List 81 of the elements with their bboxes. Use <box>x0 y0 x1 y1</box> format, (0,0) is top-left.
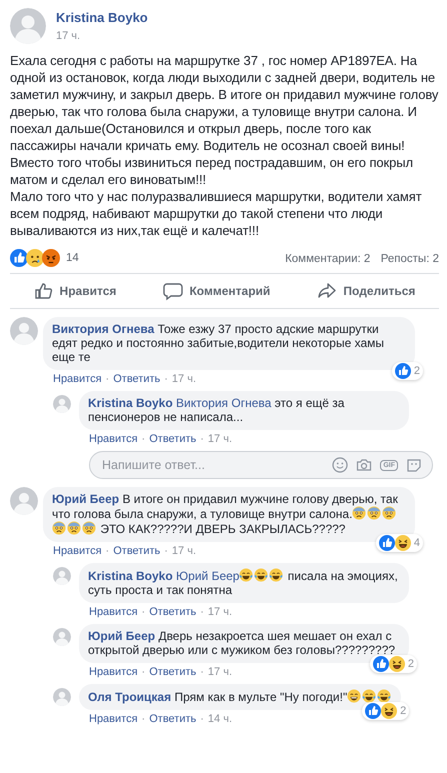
emoji-icon[interactable] <box>332 457 348 473</box>
like-reaction-icon <box>365 703 382 719</box>
sticker-icon[interactable] <box>406 457 422 473</box>
separator-dot: · <box>164 373 168 385</box>
comment-action-link[interactable]: Нравится <box>89 606 138 618</box>
like-button[interactable]: Нравится <box>22 276 128 306</box>
like-reaction-icon <box>394 363 411 379</box>
separator-dot: · <box>200 433 204 445</box>
reaction-count[interactable]: 14 <box>66 252 79 264</box>
avatar[interactable] <box>10 317 38 345</box>
like-reaction-icon <box>372 656 389 672</box>
commenter-name[interactable]: Kristina Boyko <box>88 396 173 410</box>
tears-of-joy-icon <box>377 689 392 703</box>
post-text: Мало того что у нас полуразвалившиеся маршрутки, водители хамят всем подряд, набивают маршрутки до такой степени что люди вываливаются из них,так ещё и калечат!!! <box>10 188 423 239</box>
comment-button[interactable]: Комментарий <box>151 276 282 306</box>
comment-text: Виктория Огнева Тоже езжу 37 просто адские маршрутки едят редко и постоянно забитые,водители некоторые хамы еще те <box>52 322 385 364</box>
tears-of-joy-icon <box>362 689 376 703</box>
avatar[interactable] <box>53 688 71 706</box>
scared-face-icon <box>367 506 382 520</box>
avatar[interactable] <box>53 395 71 413</box>
comment-action-link[interactable]: Ответить <box>113 373 160 385</box>
comment-text: Оля Троицкая Прям как в мульте "Ну погоди!" <box>88 689 392 704</box>
separator-dot: · <box>142 713 146 725</box>
like-reaction-icon <box>378 535 395 551</box>
comment-action-link[interactable]: Ответить <box>149 666 196 678</box>
separator-dot: · <box>200 606 204 618</box>
thumbs-up-icon <box>34 281 54 301</box>
comment-action-link[interactable]: Нравится <box>53 545 102 557</box>
avatar[interactable] <box>53 628 71 646</box>
mention-link[interactable]: Юрий Беер <box>176 569 240 583</box>
commenter-name[interactable]: Юрий Беер <box>52 492 120 506</box>
comment-action-link[interactable]: Ответить <box>113 545 160 557</box>
separator-dot: · <box>106 373 110 385</box>
separator-dot: · <box>142 666 146 678</box>
comment-action-link[interactable]: Ответить <box>149 433 196 445</box>
commenter-name[interactable]: Юрий Беер <box>88 629 156 643</box>
laughing-reaction-icon <box>394 535 411 551</box>
commenter-name[interactable]: Виктория Огнева <box>52 322 154 336</box>
separator-dot: · <box>164 545 168 557</box>
avatar[interactable] <box>10 8 46 44</box>
laughing-reaction-icon <box>381 703 398 719</box>
mention-link[interactable]: Виктория Огнева <box>176 396 272 410</box>
separator-dot: · <box>200 713 204 725</box>
scared-face-icon <box>382 506 396 520</box>
comment-action-link[interactable]: Нравится <box>89 433 138 445</box>
comment-action-link[interactable]: Нравится <box>89 666 138 678</box>
comment-action-link[interactable]: Нравится <box>53 373 102 385</box>
scared-face-icon <box>82 521 96 535</box>
grinning-face-icon <box>347 689 362 703</box>
scared-face-icon <box>52 521 66 535</box>
comment-text: Юрий Беер Дверь незакроетса шея мешает он ехал с открытой дверью или с мужиком без головы????????? <box>88 629 396 657</box>
separator-dot: · <box>200 666 204 678</box>
speech-bubble-icon <box>163 281 184 301</box>
scared-face-icon <box>352 506 366 520</box>
sad-reaction-icon <box>26 249 44 267</box>
shares-count[interactable]: Репосты: 2 <box>380 253 439 265</box>
comments-count[interactable]: Комментарии: 2 <box>285 253 370 265</box>
scared-face-icon <box>67 521 81 535</box>
separator-dot: · <box>142 433 146 445</box>
comment-action-link[interactable]: Ответить <box>149 606 196 618</box>
camera-icon[interactable] <box>356 457 372 473</box>
commenter-name[interactable]: Оля Троицкая <box>88 690 172 704</box>
laughing-reaction-icon <box>388 656 405 672</box>
comment-text: Юрий Беер В итоге он придавил мужчине голову дверью, так что голова была снаружи, а туловище внутри салона. ЭТО КАК?????И ДВЕРЬ ЗАКРЫЛАСЬ????? <box>52 492 399 536</box>
separator-dot: · <box>106 545 110 557</box>
commenter-name[interactable]: Kristina Boyko <box>88 569 173 583</box>
tears-of-joy-icon <box>269 568 284 582</box>
share-button[interactable]: Поделиться <box>305 276 428 306</box>
author-name[interactable]: Kristina Boyko <box>56 10 148 25</box>
post-text: Ехала сегодня с работы на маршрутке 37 , гос номер AP1897EA. На одной из остановок, когда люди выходили с задней двери, водитель не заметил мужчину, и закрыл дверь. В итоге он придавил мужчине голову дверью, так что голова была снаружи, а туловище внутри салона. И поехал дальше(Остановился и открыл дверь, после того как пассажиры начали кричать ему. Водитель не осознал своей вины! Вместо того чтобы извиниться перед пострадавшим, он его покрыл матом и сделал его виноватым!!! <box>10 52 439 188</box>
like-reaction-icon <box>10 249 28 267</box>
tears-of-joy-icon <box>239 568 254 582</box>
avatar[interactable] <box>53 567 71 585</box>
comment-text: Kristina Boyko Юрий Беер писала на эмоциях, суть проста и так понятна <box>88 568 399 597</box>
comment-action-link[interactable]: Нравится <box>89 713 138 725</box>
comment-text: Kristina Boyko Виктория Огнева это я ещё за пенсионеров не написала... <box>88 396 346 424</box>
comment-action-link[interactable]: Ответить <box>149 713 196 725</box>
avatar[interactable] <box>10 487 38 515</box>
angry-reaction-icon <box>42 249 60 267</box>
tears-of-joy-icon <box>254 568 268 582</box>
separator-dot: · <box>142 606 146 618</box>
